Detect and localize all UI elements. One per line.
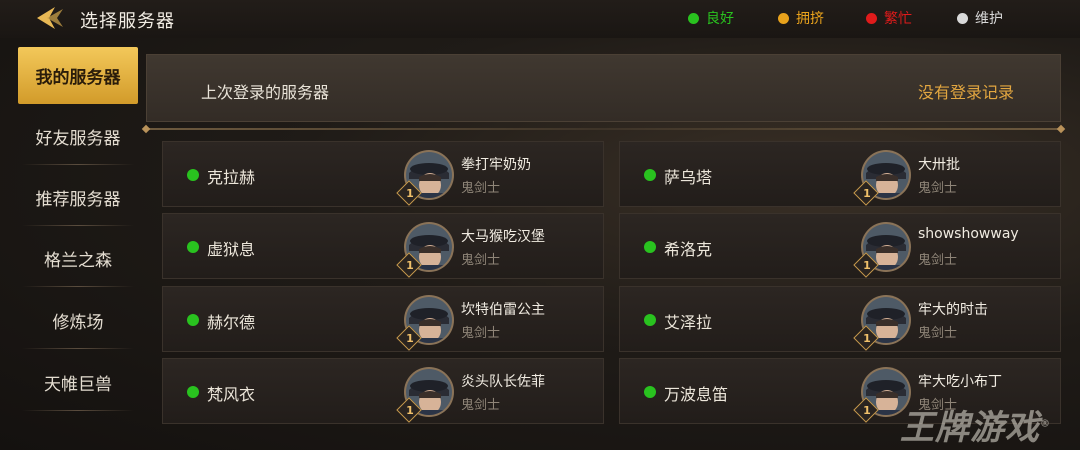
server-name: 艾泽拉: [664, 313, 713, 332]
status-good-dot: [688, 12, 699, 24]
character-name: 牢大吃小布丁: [918, 374, 1002, 390]
status-good-dot: [644, 314, 656, 326]
character-class: 鬼剑士: [918, 326, 958, 341]
server-name: 虚狱息: [207, 240, 256, 259]
server-name: 万波息笛: [664, 385, 729, 404]
server-category-sidebar: 我的服务器 好友服务器 推荐服务器 格兰之森 修炼场 天帷巨兽: [18, 44, 138, 444]
server-name: 赫尔德: [207, 313, 256, 332]
status-good-dot: [187, 241, 199, 253]
level-number: 1: [406, 187, 414, 200]
server-card[interactable]: 梵风衣 1 炎头队长佐菲 鬼剑士: [162, 358, 604, 424]
character-class: 鬼剑士: [461, 181, 501, 196]
watermark-text: 王牌游戏: [900, 408, 1040, 448]
server-name: 梵风衣: [207, 385, 256, 404]
legend-label: 维护: [975, 11, 1003, 27]
character-name: 拳打牢奶奶: [461, 157, 531, 173]
page-title: 选择服务器: [80, 11, 175, 32]
character-name: showshowway: [918, 226, 1019, 242]
watermark-logo: 王牌游戏®: [900, 400, 1051, 449]
legend-crowded: 拥挤: [778, 8, 824, 28]
last-login-label: 上次登录的服务器: [201, 83, 330, 102]
character-name: 牢大的时击: [918, 302, 988, 318]
registered-mark: ®: [1040, 418, 1051, 430]
legend-good: 良好: [688, 8, 734, 28]
top-bar: 选择服务器 良好 拥挤 繁忙 维护: [0, 0, 1080, 38]
level-number: 1: [863, 332, 871, 345]
back-button[interactable]: [34, 4, 68, 32]
tab-my-servers[interactable]: 我的服务器: [18, 47, 138, 104]
server-card[interactable]: 虚狱息 1 大马猴吃汉堡 鬼剑士: [162, 213, 604, 279]
server-card[interactable]: 萨乌塔 1 大卅批鬼剑士: [619, 141, 1061, 207]
status-busy-dot: [866, 12, 877, 24]
legend-label: 良好: [706, 11, 734, 27]
tab-training-ground[interactable]: 修炼场: [18, 292, 138, 349]
status-good-dot: [187, 314, 199, 326]
last-login-bar: 上次登录的服务器 没有登录记录: [146, 54, 1061, 122]
tab-heaven-beast[interactable]: 天帷巨兽: [18, 354, 138, 411]
character-class: 鬼剑士: [461, 253, 501, 268]
server-card[interactable]: 希洛克 1 showshowway 鬼剑士: [619, 213, 1061, 279]
character-name: 炎头队长佐菲: [461, 374, 545, 390]
tab-label: 我的服务器: [35, 68, 121, 88]
level-number: 1: [406, 259, 414, 272]
status-crowded-dot: [778, 12, 789, 24]
server-card[interactable]: 艾泽拉 1 牢大的时击鬼剑士: [619, 286, 1061, 352]
character-name: 坎特伯雷公主: [461, 302, 545, 318]
character-class: 鬼剑士: [918, 181, 958, 196]
server-name: 萨乌塔: [664, 168, 713, 187]
level-number: 1: [863, 259, 871, 272]
level-number: 1: [406, 332, 414, 345]
tab-recommended-servers[interactable]: 推荐服务器: [18, 169, 138, 226]
character-name: 大马猴吃汉堡: [461, 229, 545, 245]
character-class: 鬼剑士: [461, 326, 501, 341]
tab-label: 修炼场: [52, 313, 104, 333]
level-number: 1: [406, 404, 414, 417]
character-name: 大卅批: [918, 157, 960, 173]
tab-label: 好友服务器: [35, 129, 121, 149]
tab-label: 天帷巨兽: [44, 375, 112, 395]
no-login-record: 没有登录记录: [917, 83, 1014, 102]
section-divider: [146, 128, 1061, 130]
status-good-dot: [644, 386, 656, 398]
legend-label: 繁忙: [884, 11, 912, 27]
character-avatar-icon: 1: [396, 294, 455, 351]
level-number: 1: [863, 187, 871, 200]
character-class: 鬼剑士: [918, 253, 958, 268]
back-arrow-icon: [37, 7, 63, 29]
status-good-dot: [644, 241, 656, 253]
server-card[interactable]: 克拉赫 1 拳打牢奶奶鬼剑士: [162, 141, 604, 207]
legend-label: 拥挤: [796, 11, 824, 27]
character-avatar-icon: 1: [853, 221, 912, 278]
character-avatar-icon: 1: [396, 149, 455, 206]
status-good-dot: [644, 169, 656, 181]
character-avatar-icon: 1: [853, 149, 912, 206]
server-name: 克拉赫: [207, 168, 256, 187]
legend-busy: 繁忙: [866, 8, 912, 28]
status-good-dot: [187, 386, 199, 398]
level-number: 1: [863, 404, 871, 417]
character-class: 鬼剑士: [461, 398, 501, 413]
tab-grand-flores[interactable]: 格兰之森: [18, 230, 138, 287]
tab-label: 格兰之森: [44, 251, 112, 271]
character-avatar-icon: 1: [853, 294, 912, 351]
server-card[interactable]: 赫尔德 1 坎特伯雷公主 鬼剑士: [162, 286, 604, 352]
tab-label: 推荐服务器: [35, 190, 121, 210]
status-maintenance-dot: [957, 12, 968, 24]
server-name: 希洛克: [664, 240, 713, 259]
character-avatar-icon: 1: [396, 221, 455, 278]
status-good-dot: [187, 169, 199, 181]
character-avatar-icon: 1: [396, 366, 455, 423]
tab-friend-servers[interactable]: 好友服务器: [18, 108, 138, 165]
legend-maintenance: 维护: [957, 8, 1003, 28]
